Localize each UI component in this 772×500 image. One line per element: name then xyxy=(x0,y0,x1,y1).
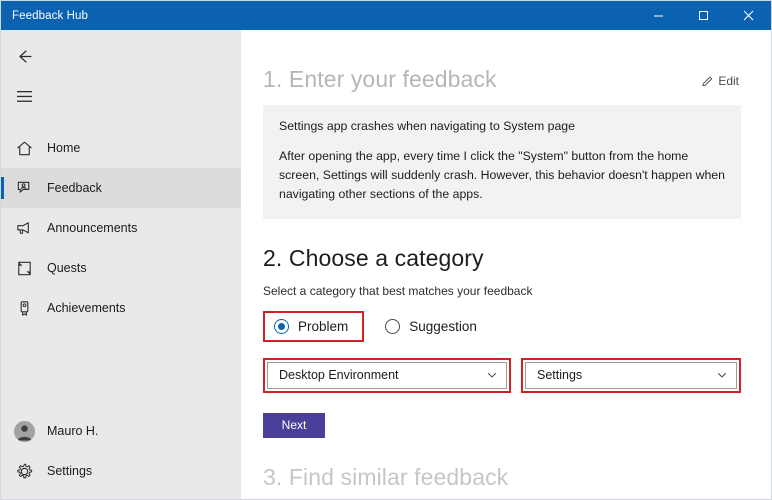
hamburger-menu-button[interactable] xyxy=(1,76,241,116)
account-label: Mauro H. xyxy=(47,424,98,438)
announcements-icon xyxy=(1,219,47,238)
step-3-section[interactable]: 3. Find similar feedback xyxy=(263,464,741,491)
sidebar-item-feedback[interactable]: Feedback xyxy=(1,168,241,208)
sidebar-bottom-group: Mauro H. Settings xyxy=(1,411,241,499)
step-2-section: 2. Choose a category Select a category t… xyxy=(263,245,741,438)
sidebar-item-label: Home xyxy=(47,141,80,155)
sidebar-item-quests[interactable]: Quests xyxy=(1,248,241,288)
sidebar-item-label: Announcements xyxy=(47,221,137,235)
window-title: Feedback Hub xyxy=(1,10,88,22)
radio-suggestion-label: Suggestion xyxy=(409,319,477,334)
feedback-body: After opening the app, every time I clic… xyxy=(279,147,725,204)
sidebar-item-achievements[interactable]: Achievements xyxy=(1,288,241,328)
edit-label: Edit xyxy=(718,74,739,88)
minimize-icon xyxy=(653,10,664,21)
sidebar-nav-list: Home Feedback xyxy=(1,128,241,328)
step-3-heading: 3. Find similar feedback xyxy=(263,464,741,491)
radio-problem-indicator xyxy=(274,319,289,334)
sidebar-item-home[interactable]: Home xyxy=(1,128,241,168)
subcategory-dropdown-value: Settings xyxy=(537,368,716,382)
pencil-icon xyxy=(701,75,714,88)
subcategory-dropdown-highlight: Settings xyxy=(521,358,741,393)
step-2-heading: 2. Choose a category xyxy=(263,245,741,272)
chevron-down-icon xyxy=(716,369,728,381)
next-button[interactable]: Next xyxy=(263,413,325,438)
achievements-icon xyxy=(1,299,47,318)
step-2-subtitle: Select a category that best matches your… xyxy=(263,284,741,298)
gear-icon xyxy=(1,462,47,481)
avatar-icon xyxy=(14,421,35,442)
radio-problem-label: Problem xyxy=(298,319,348,334)
maximize-icon xyxy=(698,10,709,21)
window-titlebar: Feedback Hub xyxy=(1,1,771,30)
sidebar-top-controls xyxy=(1,30,241,116)
category-dropdown-row: Desktop Environment Settings xyxy=(263,358,741,393)
radio-suggestion[interactable]: Suggestion xyxy=(376,313,491,340)
hamburger-icon xyxy=(1,90,47,103)
feedback-title: Settings app crashes when navigating to … xyxy=(279,118,725,135)
category-dropdown[interactable]: Desktop Environment xyxy=(267,362,507,389)
sidebar-item-account[interactable]: Mauro H. xyxy=(1,411,241,451)
sidebar-spacer xyxy=(1,116,241,128)
close-icon xyxy=(743,10,754,21)
subcategory-dropdown[interactable]: Settings xyxy=(525,362,737,389)
category-dropdown-highlight: Desktop Environment xyxy=(263,358,511,393)
sidebar-item-announcements[interactable]: Announcements xyxy=(1,208,241,248)
back-button[interactable] xyxy=(1,36,241,76)
quests-icon xyxy=(1,259,47,278)
sidebar-item-label: Quests xyxy=(47,261,87,275)
chevron-down-icon xyxy=(486,369,498,381)
window-controls xyxy=(636,1,771,30)
sidebar-item-settings[interactable]: Settings xyxy=(1,451,241,491)
radio-problem[interactable]: Problem xyxy=(265,313,362,340)
step-1-header-row: 1. Enter your feedback Edit xyxy=(263,66,741,93)
maximize-button[interactable] xyxy=(681,1,726,30)
minimize-button[interactable] xyxy=(636,1,681,30)
step-1-heading: 1. Enter your feedback xyxy=(263,66,497,93)
avatar xyxy=(1,421,47,442)
feedback-hub-window: Feedback Hub xyxy=(0,0,772,500)
radio-suggestion-indicator xyxy=(385,319,400,334)
problem-radio-highlight: Problem xyxy=(263,311,364,342)
category-dropdown-value: Desktop Environment xyxy=(279,368,486,382)
sidebar-item-label: Feedback xyxy=(47,181,102,195)
window-body: Home Feedback xyxy=(1,30,771,499)
feedback-summary-box: Settings app crashes when navigating to … xyxy=(263,105,741,219)
back-arrow-icon xyxy=(1,47,47,66)
category-type-radio-group: Problem Suggestion xyxy=(263,311,741,342)
settings-label: Settings xyxy=(47,464,92,478)
close-button[interactable] xyxy=(726,1,771,30)
feedback-icon xyxy=(1,179,47,198)
sidebar: Home Feedback xyxy=(1,30,241,499)
home-icon xyxy=(1,139,47,158)
main-content: 1. Enter your feedback Edit Settings app… xyxy=(241,30,771,499)
sidebar-item-label: Achievements xyxy=(47,301,126,315)
edit-feedback-button[interactable]: Edit xyxy=(699,71,741,91)
